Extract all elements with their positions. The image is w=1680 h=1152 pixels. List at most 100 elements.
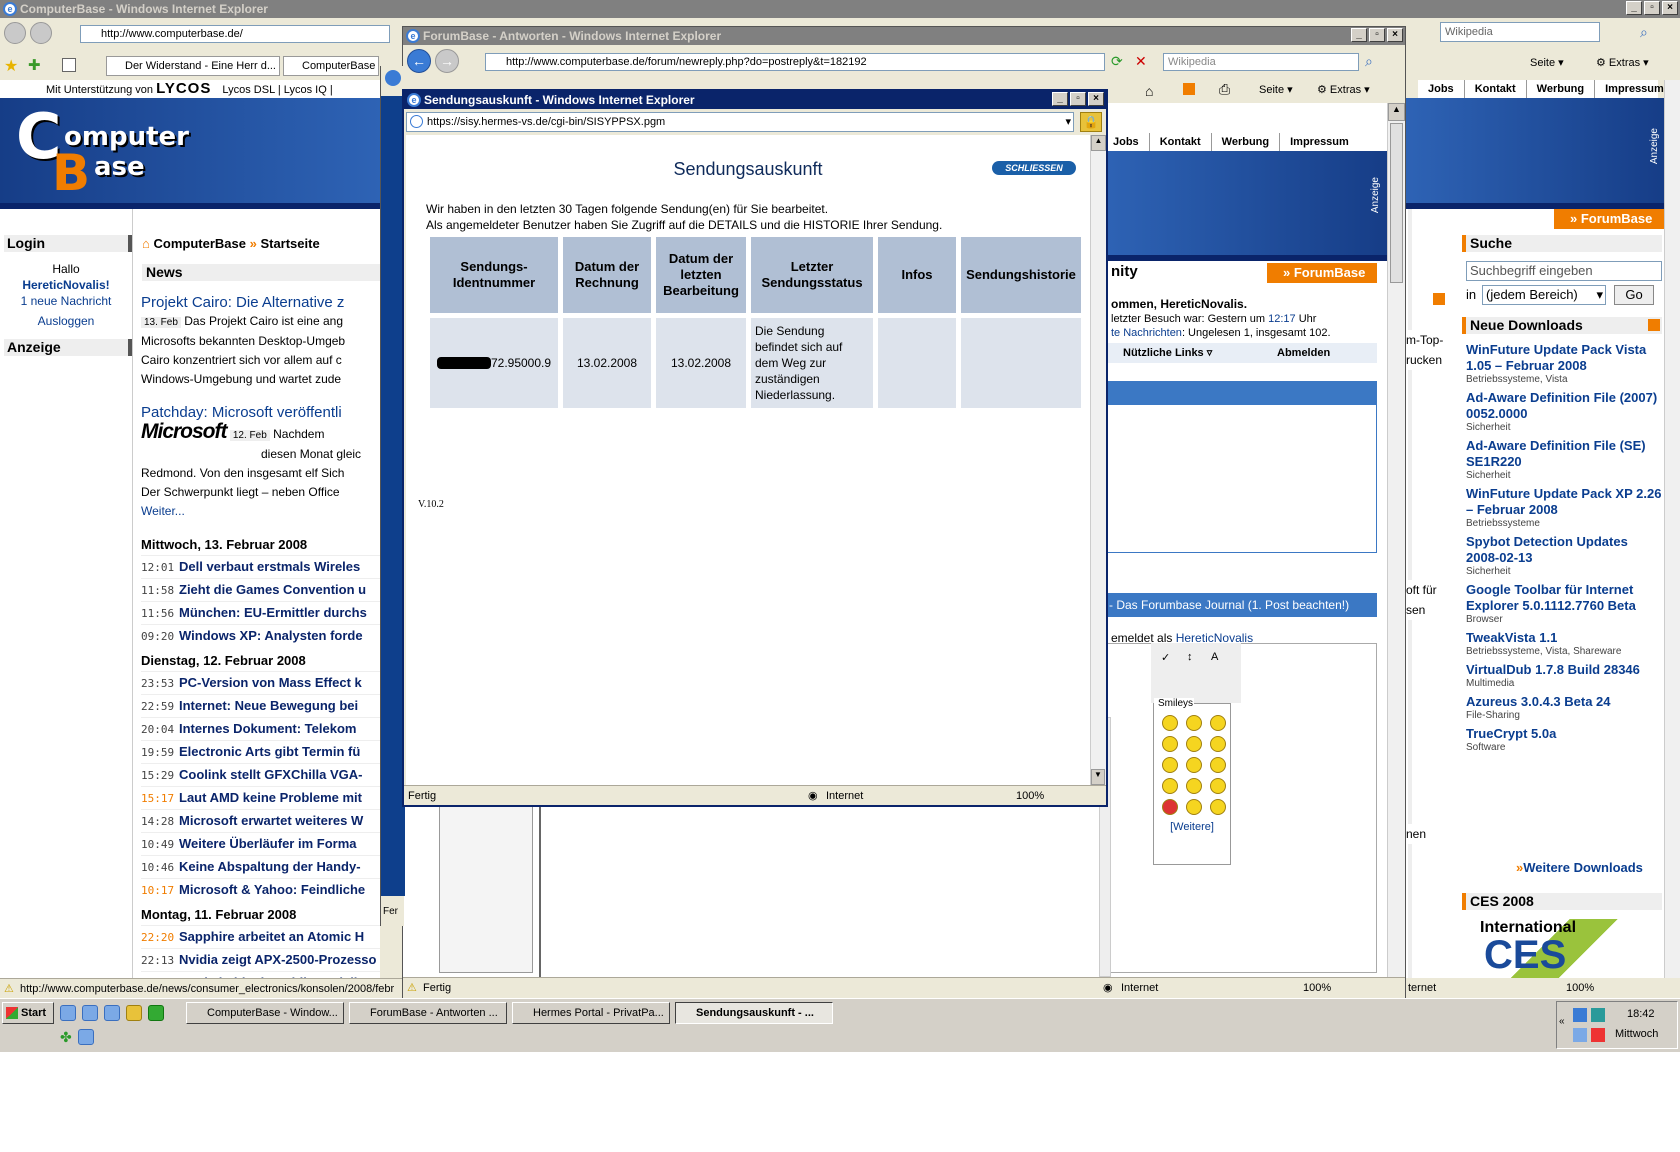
page-menu[interactable]: Seite ▾ [1259,83,1293,96]
rss-icon[interactable] [1183,83,1195,95]
news-item[interactable]: 11:56 München: EU-Ermittler durchs [141,601,380,624]
lock-icon[interactable]: 🔒 [1080,112,1102,132]
extras-menu[interactable]: ⚙ Extras ▾ [1596,56,1649,69]
download-title[interactable]: TrueCrypt 5.0a [1466,726,1662,742]
news-item[interactable]: 10:17 Microsoft & Yahoo: Feindliche [141,878,380,901]
smiley-icon[interactable] [1210,799,1226,815]
smiley-icon[interactable] [1186,736,1202,752]
news-item[interactable]: 15:17 Laut AMD keine Probleme mit [141,786,380,809]
close-button[interactable]: × [1662,1,1678,15]
close-page-button[interactable]: SCHLIESSEN [992,161,1076,175]
news-title[interactable]: Nvidia zeigt APX-2500-Prozesso [179,952,376,967]
cell-history[interactable] [961,318,1081,408]
more-downloads-link[interactable]: »Weitere Downloads [1516,860,1643,875]
download-title[interactable]: WinFuture Update Pack XP 2.26 – Februar … [1466,486,1662,518]
tab-widerstand[interactable]: Der Widerstand - Eine Herr d... [106,56,280,76]
ces-banner[interactable]: International CES [1474,919,1654,979]
news-title[interactable]: Weitere Überläufer im Forma [179,836,356,851]
article-title[interactable]: Projekt Cairo: Die Alternative z [141,293,380,312]
news-item[interactable]: 19:59 Electronic Arts gibt Termin fü [141,740,380,763]
status-zoom[interactable]: 100% [1016,786,1044,806]
download-title[interactable]: Ad-Aware Definition File (2007) 0052.000… [1466,390,1662,422]
download-title[interactable]: TweakVista 1.1 [1466,630,1662,646]
nav-kontakt[interactable]: Kontakt [1465,80,1527,98]
computerbase-logo[interactable]: C omputer B ase [16,100,189,202]
desktop-icon[interactable] [60,1005,76,1021]
nav-werbung[interactable]: Werbung [1212,133,1281,151]
minimize-button[interactable]: _ [1351,28,1367,42]
nav-kontakt[interactable]: Kontakt [1150,133,1212,151]
print-icon[interactable]: ⎙ [1219,81,1230,98]
smiley-icon[interactable] [1186,715,1202,731]
font-icon[interactable]: A [1211,651,1218,663]
download-title[interactable]: Google Toolbar für Internet Explorer 5.0… [1466,582,1662,614]
start-button[interactable]: Start [2,1002,54,1024]
news-title[interactable]: Windows XP: Analysten forde [179,628,363,643]
clover-icon[interactable]: ✤ [60,1029,72,1046]
news-title[interactable]: Keine Abspaltung der Handy- [179,859,361,874]
vertical-scrollbar[interactable]: ▲ ▼ [1090,135,1106,785]
news-item[interactable]: 15:29 Coolink stellt GFXChilla VGA- [141,763,380,786]
forumbase-link[interactable]: » ForumBase [1267,263,1377,283]
news-title[interactable]: Dell verbaut erstmals Wireles [179,559,360,574]
status-zoom[interactable]: 100% [1566,978,1594,998]
suche-input[interactable]: Suchbegriff eingeben [1466,261,1662,281]
login-messages[interactable]: 1 neue Nachricht [0,293,132,309]
news-item[interactable]: 20:04 Internes Dokument: Telekom [141,717,380,740]
nav-jobs[interactable]: Jobs [1103,133,1150,151]
maximize-button[interactable]: ▫ [1644,1,1660,15]
bereich-select[interactable]: (jedem Bereich) ▾ [1482,285,1606,305]
back-button[interactable] [4,22,26,44]
smiley-icon[interactable] [1162,778,1178,794]
vertical-scrollbar[interactable]: ▲ [1387,103,1405,977]
sponsor-links[interactable]: Lycos DSL | Lycos IQ | [222,84,332,96]
chevron-left-icon[interactable]: « [1559,1016,1565,1027]
taskbar-item-sendungsauskunft[interactable]: Sendungsauskunft - ... [675,1002,833,1024]
vertical-scrollbar[interactable] [1664,80,1680,978]
news-item[interactable]: 14:28 Microsoft erwartet weiteres W [141,809,380,832]
home-icon[interactable]: ⌂ [142,236,150,251]
home-icon[interactable]: ⌂ [1145,83,1153,99]
go-button[interactable]: Go [1614,285,1654,305]
tray-app-icon[interactable] [1591,1008,1605,1022]
address-bar[interactable]: https://sisy.hermes-vs.de/cgi-bin/SISYPP… [406,112,1074,132]
logout-link[interactable]: Abmelden [1277,343,1330,363]
extras-menu[interactable]: ⚙ Extras ▾ [1317,83,1370,96]
app-icon[interactable] [148,1005,164,1021]
news-title[interactable]: Zieht die Games Convention u [179,582,366,597]
cell-infos[interactable] [878,318,956,408]
smiley-icon[interactable] [1186,778,1202,794]
folder-icon[interactable] [126,1005,142,1021]
tray-alert-icon[interactable] [1591,1028,1605,1042]
download-title[interactable]: Spybot Detection Updates 2008-02-13 [1466,534,1662,566]
news-item[interactable]: 22:13 Nvidia zeigt APX-2500-Prozesso [141,948,380,971]
address-bar[interactable]: http://www.computerbase.de/ [80,25,390,43]
news-item[interactable]: 23:53 PC-Version von Mass Effect k [141,671,380,694]
tray-monitor-icon[interactable] [1573,1028,1587,1042]
news-title[interactable]: Internes Dokument: Telekom [179,721,356,736]
media-player-icon[interactable] [104,1005,120,1021]
maximize-button[interactable]: ▫ [1369,28,1385,42]
smiley-icon[interactable] [1186,757,1202,773]
quick-tabs-icon[interactable] [62,58,76,72]
search-box[interactable]: Wikipedia [1440,22,1600,42]
news-title[interactable]: Microsoft erwartet weiteres W [179,813,363,828]
forward-button[interactable] [30,22,52,44]
more-smileys-link[interactable]: [Weitere] [1154,821,1230,833]
read-more-link[interactable]: Weiter... [141,502,380,521]
smiley-icon[interactable] [1210,736,1226,752]
ie-launch-icon[interactable] [82,1005,98,1021]
taskbar-item-forumbase[interactable]: ForumBase - Antworten ... [349,1002,507,1024]
maximize-button[interactable]: ▫ [1070,92,1086,106]
news-title[interactable]: München: EU-Ermittler durchs [179,605,367,620]
rss-icon[interactable] [1648,319,1660,331]
forumbase-link[interactable]: » ForumBase [1554,209,1664,229]
login-user[interactable]: HereticNovalis! [0,277,132,293]
minimize-button[interactable]: _ [1052,92,1068,106]
news-title[interactable]: Microsoft & Yahoo: Feindliche [179,882,365,897]
news-title[interactable]: Internet: Neue Bewegung bei [179,698,358,713]
refresh-icon[interactable]: ⟳ [1111,53,1129,71]
search-icon[interactable]: ⌕ [1365,53,1373,70]
address-bar[interactable]: http://www.computerbase.de/forum/newrepl… [485,53,1105,71]
download-title[interactable]: Azureus 3.0.4.3 Beta 24 [1466,694,1662,710]
